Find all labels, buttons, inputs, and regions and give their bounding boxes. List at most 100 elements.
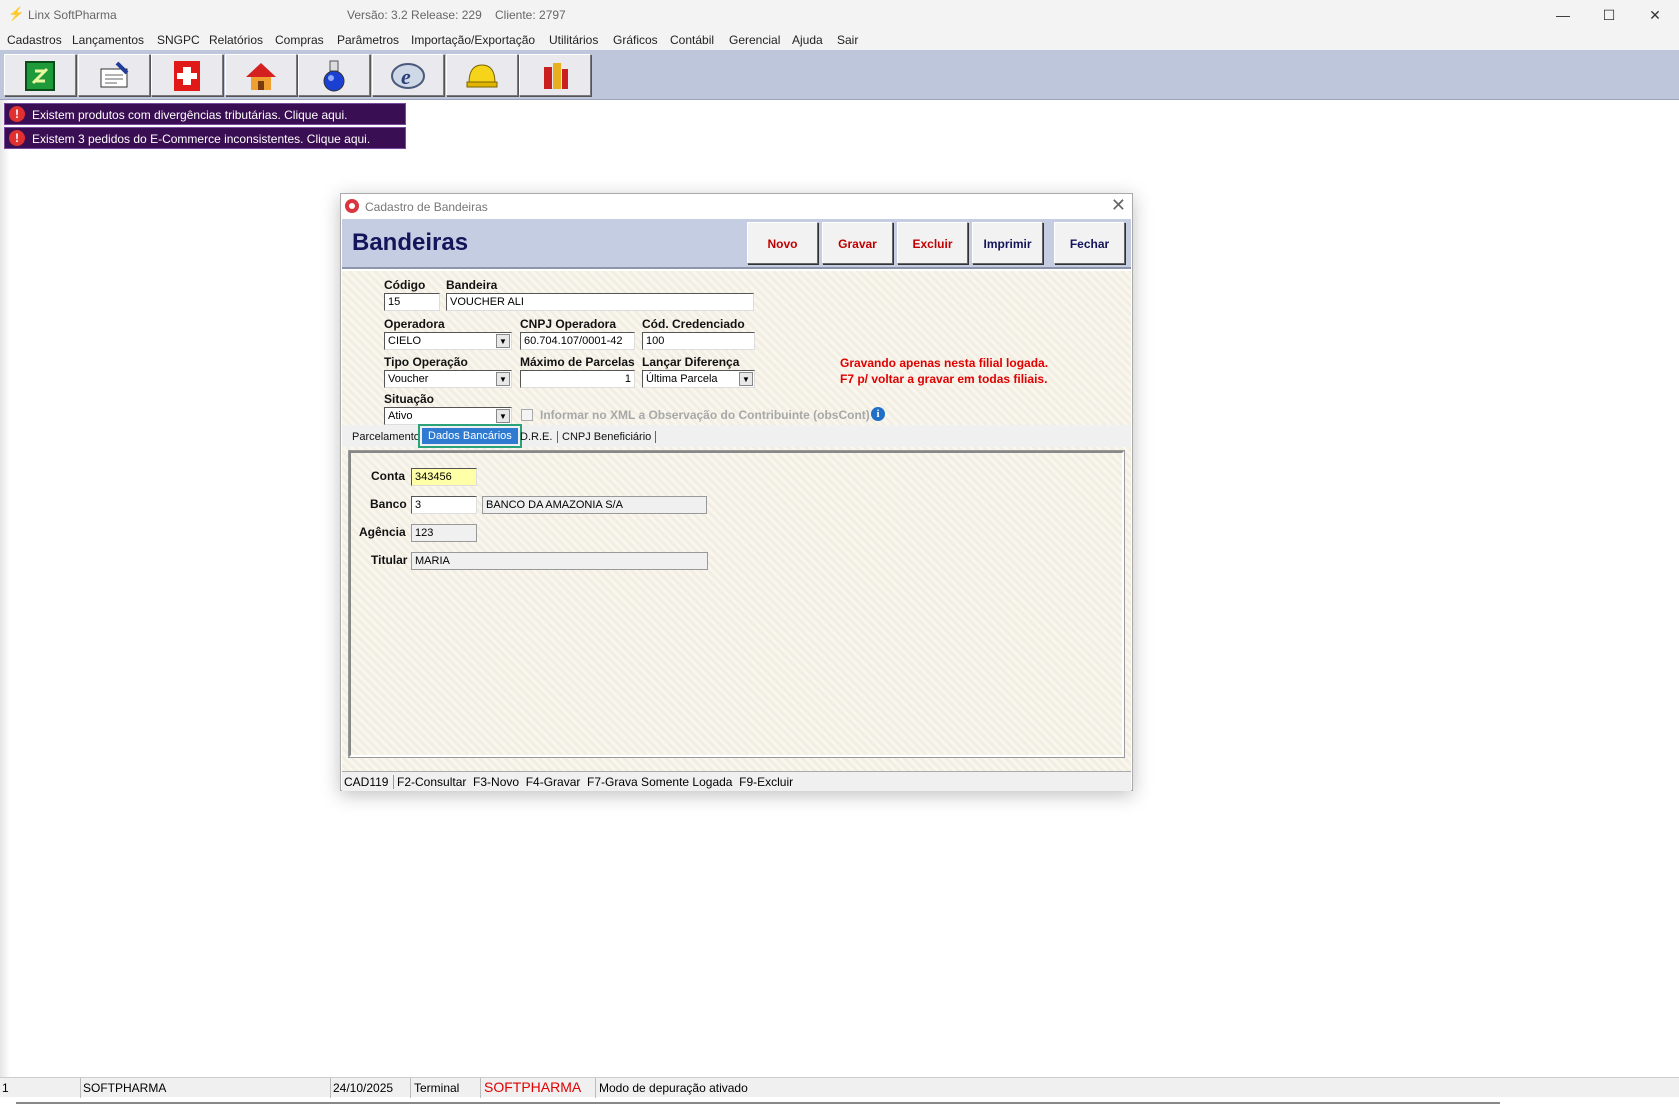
agencia-field[interactable]: 123	[411, 524, 477, 542]
app-client: Cliente: 2797	[495, 8, 566, 22]
minimize-button[interactable]: —	[1540, 0, 1586, 30]
tipo-operacao-value: Voucher	[388, 373, 429, 385]
tipo-operacao-select[interactable]: Voucher ▼	[384, 370, 512, 388]
cnpj-operadora-field[interactable]: 60.704.107/0001-42	[520, 332, 635, 350]
banco-code-field[interactable]: 3	[411, 496, 477, 514]
menu-ajuda[interactable]: Ajuda	[792, 33, 823, 47]
chevron-down-icon[interactable]: ▼	[496, 372, 510, 386]
menu-utilitarios[interactable]: Utilitários	[549, 33, 598, 47]
situacao-value: Ativo	[388, 410, 413, 422]
chevron-down-icon[interactable]: ▼	[496, 409, 510, 423]
app-logo-icon: ⚡	[8, 6, 25, 21]
excluir-button[interactable]: Excluir	[897, 222, 968, 264]
titular-field[interactable]: MARIA	[411, 552, 708, 570]
bandeira-field[interactable]: VOUCHER ALI	[446, 293, 754, 311]
exclamation-icon: !	[9, 106, 25, 122]
menu-parametros[interactable]: Parâmetros	[337, 33, 399, 47]
cod-credenciado-field[interactable]: 100	[642, 332, 755, 350]
menu-gerencial[interactable]: Gerencial	[729, 33, 780, 47]
menu-lancamentos[interactable]: Lançamentos	[72, 33, 144, 47]
info-icon[interactable]: i	[871, 407, 885, 421]
toolbar-button-nfe[interactable]: e	[372, 54, 444, 96]
filial-warning-line1: Gravando apenas nesta filial logada.	[840, 356, 1049, 370]
tipo-operacao-label: Tipo Operação	[384, 355, 468, 369]
dialog-app-icon	[345, 199, 359, 213]
helmet-icon	[466, 64, 498, 88]
gravar-button[interactable]: Gravar	[822, 222, 893, 264]
lancar-diferenca-select[interactable]: Última Parcela ▼	[642, 370, 755, 388]
alert-divergencias-tributarias[interactable]: ! Existem produtos com divergências trib…	[4, 103, 406, 125]
conta-field[interactable]: 343456	[411, 468, 477, 486]
banco-label: Banco	[370, 497, 407, 511]
menu-bar: Cadastros Lançamentos SNGPC Relatórios C…	[0, 30, 1679, 50]
situacao-select[interactable]: Ativo ▼	[384, 407, 512, 425]
menu-relatorios[interactable]: Relatórios	[209, 33, 263, 47]
edit-document-icon	[100, 61, 129, 88]
fechar-button[interactable]: Fechar	[1054, 222, 1125, 264]
status-mode: Modo de depuração ativado	[595, 1078, 895, 1098]
close-window-button[interactable]: ✕	[1632, 0, 1678, 30]
operadora-label: Operadora	[384, 317, 445, 331]
house-icon	[246, 63, 276, 90]
tab-cnpj-beneficiario[interactable]: CNPJ Beneficiário	[557, 431, 657, 443]
status-number: 1	[2, 1081, 9, 1095]
toolbar-button-farmacia[interactable]	[151, 54, 223, 96]
agencia-label: Agência	[359, 525, 406, 539]
codigo-field[interactable]: 15	[384, 293, 440, 311]
menu-contabil[interactable]: Contábil	[670, 33, 714, 47]
dialog-close-icon[interactable]: ✕	[1111, 195, 1126, 216]
situacao-label: Situação	[384, 392, 435, 406]
maximo-parcelas-field[interactable]: 1	[520, 370, 635, 388]
dados-bancarios-panel: Conta 343456 Banco 3 BANCO DA AMAZONIA S…	[348, 450, 1125, 758]
toolbar-button-manipulacao[interactable]	[298, 54, 370, 96]
window-titlebar: ⚡ Linx SoftPharma Versão: 3.2 Release: 2…	[0, 0, 1679, 30]
dialog-header: Bandeiras Novo Gravar Excluir Imprimir F…	[342, 219, 1131, 269]
screen-code: CAD119	[344, 775, 389, 789]
filial-warning-line2: F7 p/ voltar a gravar em todas filiais.	[840, 372, 1048, 386]
titular-label: Titular	[371, 553, 408, 567]
dialog-titlebar: Cadastro de Bandeiras ✕	[341, 194, 1132, 218]
svg-text:e: e	[401, 64, 411, 89]
toolbar-button-loja[interactable]	[225, 54, 297, 96]
conta-label: Conta	[371, 469, 405, 483]
cnpj-operadora-label: CNPJ Operadora	[520, 317, 617, 331]
pharmacy-cross-icon	[174, 61, 200, 91]
novo-button[interactable]: Novo	[747, 222, 818, 264]
flask-icon	[323, 60, 345, 92]
scrollbar-track[interactable]	[16, 1102, 1500, 1104]
cadastro-bandeiras-dialog: Cadastro de Bandeiras ✕ Bandeiras Novo G…	[340, 193, 1133, 791]
menu-importacao[interactable]: Importação/Exportação	[411, 33, 535, 47]
toolbar-button-lancamentos[interactable]	[78, 54, 150, 96]
menu-compras[interactable]: Compras	[275, 33, 324, 47]
lancar-diferenca-label: Lançar Diferença	[642, 355, 740, 369]
chevron-down-icon[interactable]: ▼	[739, 372, 753, 386]
imprimir-button[interactable]: Imprimir	[972, 222, 1043, 264]
operadora-select[interactable]: CIELO ▼	[384, 332, 512, 350]
alert-text: Existem produtos com divergências tribut…	[32, 108, 348, 122]
cod-credenciado-label: Cód. Credenciado	[642, 317, 745, 331]
main-toolbar: e	[0, 50, 1679, 100]
operadora-value: CIELO	[388, 335, 422, 347]
status-terminal: Terminal	[410, 1078, 480, 1098]
toolbar-button-gerencial[interactable]	[446, 54, 518, 96]
toolbar-button-caixa[interactable]	[4, 54, 76, 96]
cash-register-icon	[25, 61, 55, 91]
maximize-button[interactable]: ☐	[1586, 0, 1632, 30]
tab-dre[interactable]: D.R.E.	[520, 431, 552, 443]
alert-pedidos-ecommerce[interactable]: ! Existem 3 pedidos do E-Commerce incons…	[4, 127, 406, 149]
menu-sair[interactable]: Sair	[837, 33, 858, 47]
xml-obs-checkbox[interactable]	[521, 409, 533, 421]
menu-cadastros[interactable]: Cadastros	[7, 33, 62, 47]
codigo-label: Código	[384, 278, 426, 292]
app-version: Versão: 3.2 Release: 229	[347, 8, 482, 22]
tab-dados-bancarios[interactable]: Dados Bancários	[418, 424, 522, 448]
menu-graficos[interactable]: Gráficos	[613, 33, 658, 47]
status-date: 24/10/2025	[330, 1078, 410, 1098]
app-title: Linx SoftPharma	[28, 8, 117, 22]
chevron-down-icon[interactable]: ▼	[496, 334, 510, 348]
tab-parcelamento[interactable]: Parcelamento	[352, 431, 420, 443]
toolbar-button-relatorios[interactable]	[519, 54, 591, 96]
dialog-title: Cadastro de Bandeiras	[365, 200, 488, 214]
menu-sngpc[interactable]: SNGPC	[157, 33, 200, 47]
bandeira-label: Bandeira	[446, 278, 498, 292]
